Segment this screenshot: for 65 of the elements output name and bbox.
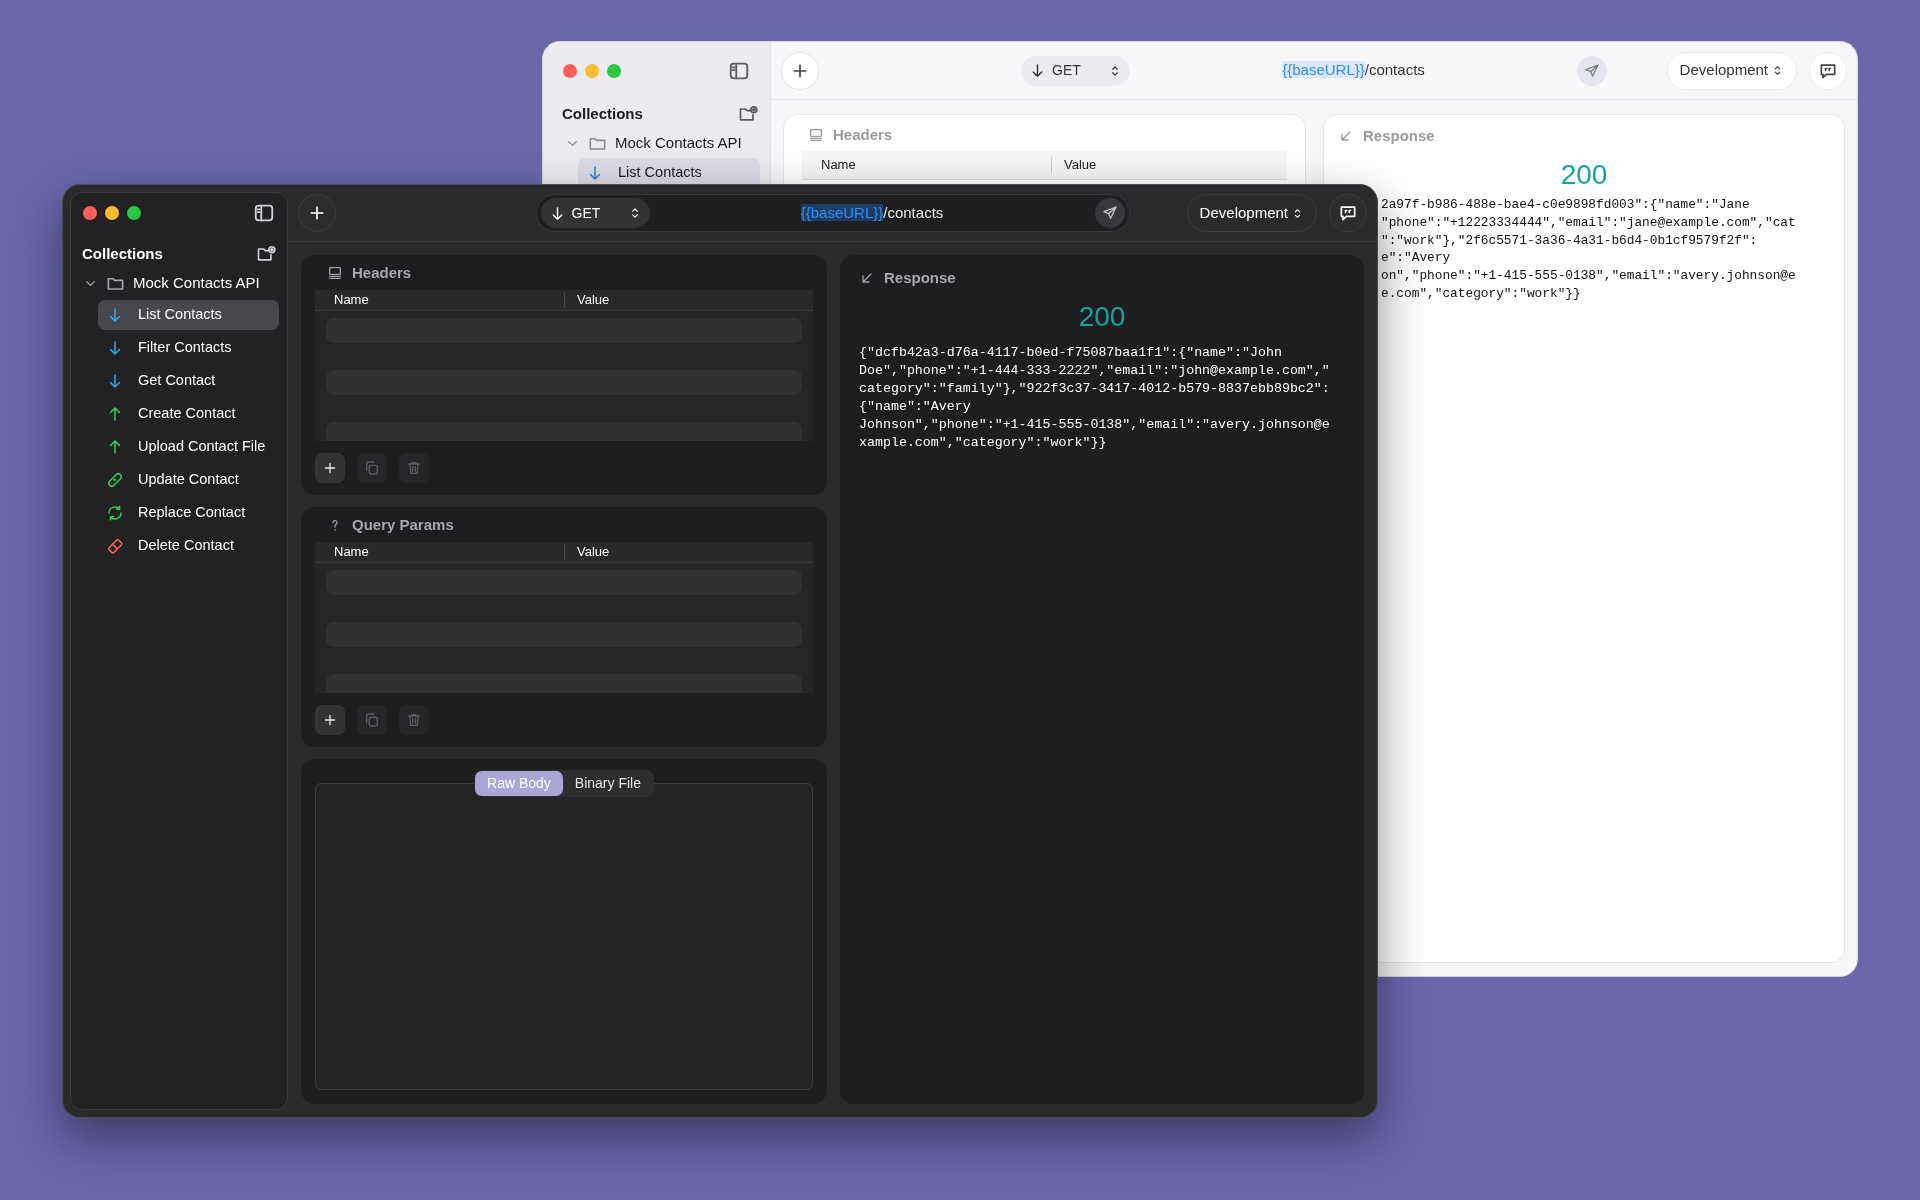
column-header[interactable]: Name bbox=[334, 290, 564, 310]
paper-plane-icon bbox=[1584, 62, 1600, 79]
request-item[interactable]: Replace Contact bbox=[98, 498, 279, 528]
request-item[interactable]: List Contacts bbox=[98, 300, 279, 330]
response-body: 2a97f-b986-488e-bae4-c0e9898fd003":{"name":"Jane "phone":"+12223334444","email":"jane@example.com","cat ":"work"},"2f6c5571-3a36-4a31-b6d4-0b1cf9579f2f": e":"Avery on","phone":"+1-415-555-0138","email":"avery.johnson@e e.com","category":"work"}} bbox=[1381, 196, 1796, 303]
panel-title: Response bbox=[884, 267, 956, 288]
table-icon bbox=[327, 265, 343, 281]
panel-title: Headers bbox=[833, 124, 893, 145]
column-header[interactable]: Value bbox=[577, 290, 610, 310]
new-folder-button[interactable] bbox=[256, 244, 276, 264]
request-item[interactable]: Get Contact bbox=[98, 366, 279, 396]
method-dropdown[interactable]: GET bbox=[540, 198, 650, 228]
environment-dropdown[interactable]: Development bbox=[1666, 51, 1797, 90]
eraser-icon bbox=[106, 537, 124, 555]
environment-dropdown[interactable]: Development bbox=[1186, 194, 1317, 232]
section-title: Collections bbox=[82, 243, 163, 264]
response-body: {"dcfb42a3-d76a-4117-b0ed-f75087baa1f1":{"name":"John Doe","phone":"+1-444-333-2222","email":"john@example.com"," category":"family"},"922f3c37-3417-4012-b579-8837ebb89bc2": {"name":"Avery Johnson","phone":"+1-415-555-0138","email":"avery.johnson@e xample.com","category":"work"}} bbox=[859, 344, 1330, 452]
folder-plus-icon bbox=[738, 104, 758, 124]
table-icon bbox=[808, 127, 824, 143]
plus-icon bbox=[322, 712, 338, 728]
sidebar-icon bbox=[728, 60, 750, 82]
trash-icon bbox=[406, 460, 422, 476]
status-code: 200 bbox=[1559, 159, 1609, 191]
section-title: Collections bbox=[562, 103, 643, 124]
url-field[interactable]: {{baseURL}}/contacts bbox=[649, 201, 1095, 225]
collection-row[interactable]: Mock Contacts API bbox=[71, 271, 287, 295]
panel-title: Query Params bbox=[352, 514, 454, 535]
trash-icon bbox=[406, 712, 422, 728]
column-header[interactable]: Value bbox=[577, 542, 610, 562]
copy-icon bbox=[364, 712, 380, 728]
speech-bubble-icon bbox=[1338, 203, 1358, 223]
column-header[interactable]: Name bbox=[334, 542, 564, 562]
new-request-button[interactable] bbox=[298, 194, 336, 232]
close-button[interactable] bbox=[563, 64, 577, 78]
status-code: 200 bbox=[1077, 301, 1127, 333]
tab[interactable]: Binary File bbox=[562, 771, 653, 796]
request-item[interactable]: Upload Contact File bbox=[98, 432, 279, 462]
new-folder-button[interactable] bbox=[738, 104, 758, 124]
close-button[interactable] bbox=[83, 206, 97, 220]
sidebar-toggle-button[interactable] bbox=[253, 202, 275, 224]
column-header[interactable]: Name bbox=[821, 155, 1051, 175]
minimize-button[interactable] bbox=[105, 206, 119, 220]
copy-icon bbox=[364, 460, 380, 476]
add-row-button[interactable] bbox=[315, 705, 345, 735]
bandage-icon bbox=[106, 471, 124, 489]
url-field[interactable]: {{baseURL}}/contacts bbox=[1130, 59, 1577, 82]
folder-plus-icon bbox=[256, 244, 276, 264]
sidebar-icon bbox=[253, 202, 275, 224]
request-item[interactable]: Update Contact bbox=[98, 465, 279, 495]
sidebar-toggle-button[interactable] bbox=[728, 60, 750, 82]
chat-button[interactable] bbox=[1329, 194, 1367, 232]
panel-title: Response bbox=[1363, 125, 1435, 146]
zoom-button[interactable] bbox=[127, 206, 141, 220]
request-item[interactable]: Create Contact bbox=[98, 399, 279, 429]
column-header[interactable]: Value bbox=[1064, 155, 1097, 175]
circular-arrows-icon bbox=[106, 504, 124, 522]
method-dropdown[interactable]: GET bbox=[1021, 55, 1130, 86]
add-row-button[interactable] bbox=[315, 453, 345, 483]
send-button[interactable] bbox=[1094, 198, 1125, 228]
panel-title: Headers bbox=[352, 262, 412, 283]
paper-plane-icon bbox=[1101, 205, 1118, 221]
request-item[interactable]: Filter Contacts bbox=[98, 333, 279, 363]
collection-row[interactable]: Mock Contacts API bbox=[543, 131, 770, 155]
plus-icon bbox=[322, 460, 338, 476]
request-item[interactable]: Delete Contact bbox=[98, 531, 279, 561]
